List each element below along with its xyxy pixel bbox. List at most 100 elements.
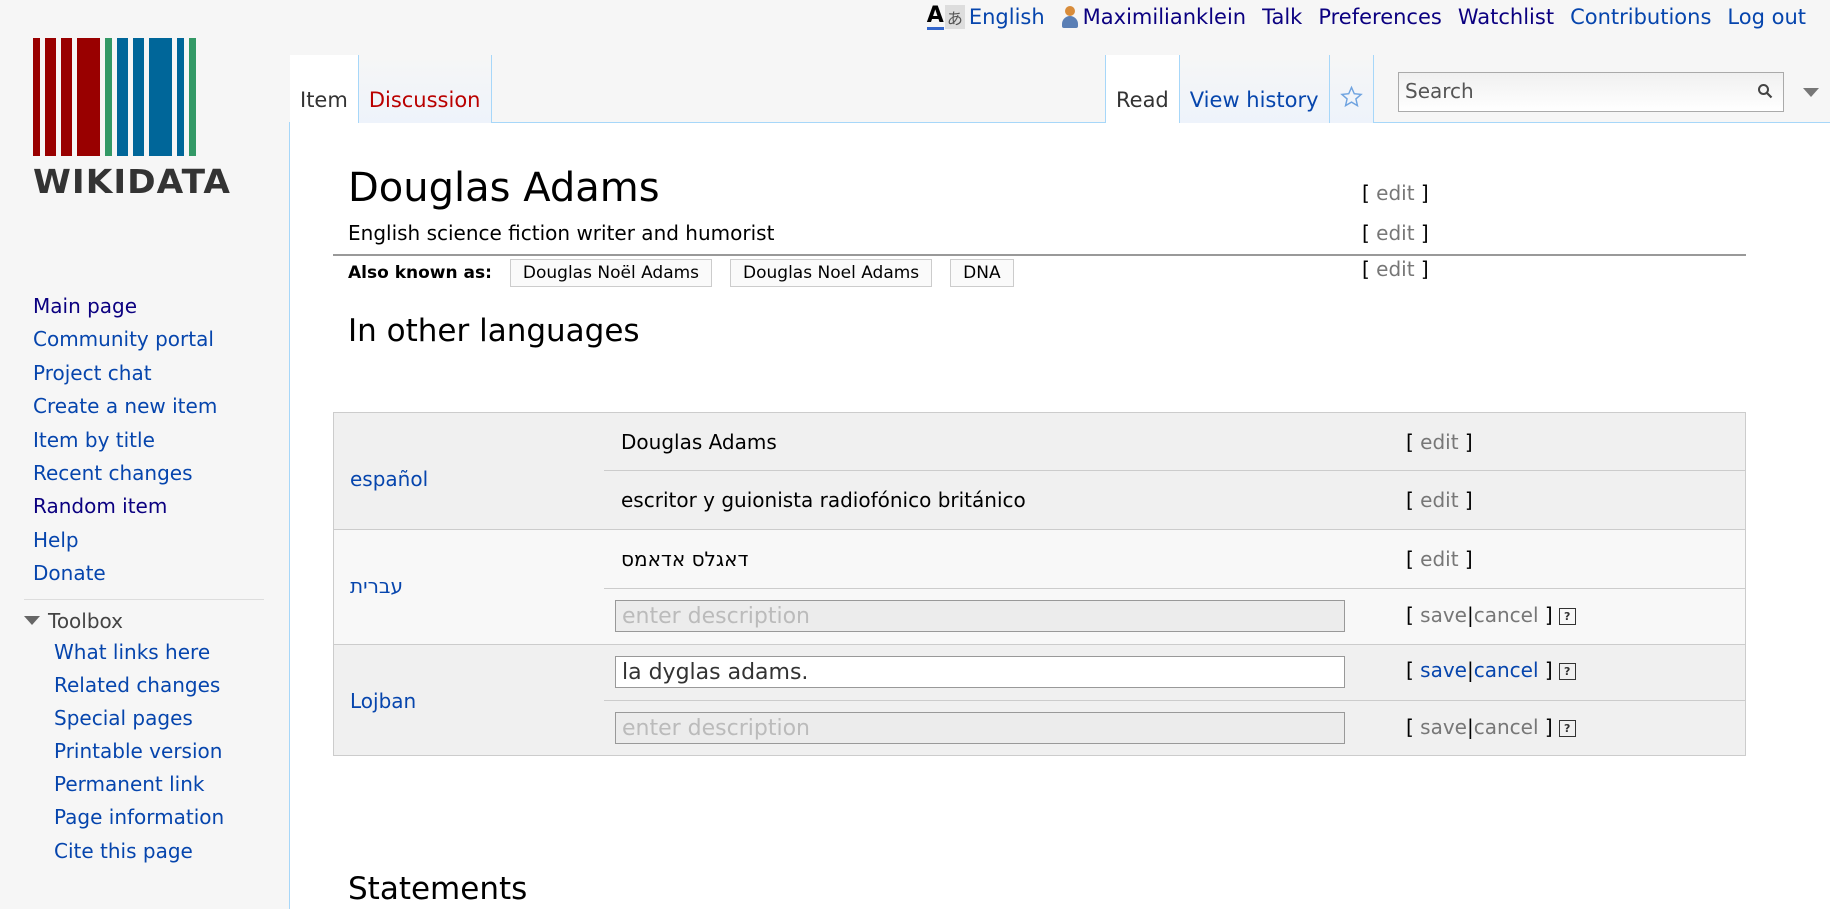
statements-heading: Statements xyxy=(348,871,528,907)
alias-tag: Douglas Noël Adams xyxy=(509,259,713,287)
watch-star-button[interactable] xyxy=(1329,55,1374,123)
aliases-edit-link[interactable]: edit xyxy=(1376,257,1414,281)
tab-view-history[interactable]: View history xyxy=(1179,55,1330,123)
language-name-link[interactable]: עברית xyxy=(350,574,403,598)
description-input[interactable] xyxy=(615,600,1345,632)
toolbox-item-related-changes[interactable]: Related changes xyxy=(0,669,288,702)
language-selector[interactable]: Aあ English xyxy=(926,2,1045,30)
logo-bar xyxy=(61,38,72,156)
user-menu[interactable]: Maximilianklein xyxy=(1061,5,1246,29)
nav-item-create-item[interactable]: Create a new item xyxy=(0,390,288,423)
entity-description: English science fiction writer and humor… xyxy=(348,221,775,245)
description-edit-toolbar: [ edit ] xyxy=(1362,221,1429,245)
edit-link[interactable]: edit xyxy=(1420,488,1458,512)
language-link[interactable]: English xyxy=(969,5,1045,29)
other-languages-heading: In other languages xyxy=(348,313,640,349)
username-link[interactable]: Maximilianklein xyxy=(1083,5,1246,29)
logo-bar xyxy=(117,38,128,156)
save-button[interactable]: save xyxy=(1420,715,1467,739)
toolbox-menu: What links here Related changes Special … xyxy=(0,636,288,868)
logo-bar xyxy=(33,38,40,156)
language-row-he: עברית דאגלס אדאמס [ edit ] [ save|cancel… xyxy=(334,530,1745,645)
logo-barcode-icon xyxy=(33,38,243,156)
language-row-jbo: Lojban [ save|cancel ]? [ save|cancel ]? xyxy=(334,645,1745,755)
label-cell: Douglas Adams [ edit ] xyxy=(604,413,1745,470)
logout-link[interactable]: Log out xyxy=(1727,5,1806,29)
preferences-link[interactable]: Preferences xyxy=(1318,5,1442,29)
talk-link[interactable]: Talk xyxy=(1262,5,1302,29)
cancel-button[interactable]: cancel xyxy=(1474,603,1539,627)
search-input[interactable] xyxy=(1399,73,1741,109)
namespace-tabs: Item Discussion xyxy=(290,55,492,123)
label-cell: דאגלס אדאמס [ edit ] xyxy=(604,530,1745,588)
logo-bar xyxy=(105,38,112,156)
label-edit-toolbar: [ save|cancel ]? xyxy=(1406,658,1576,682)
navigation-menu: Main page Community portal Project chat … xyxy=(0,290,288,591)
user-icon xyxy=(1061,6,1079,28)
aliases-edit-toolbar: [ edit ] xyxy=(1362,257,1429,281)
description-input[interactable] xyxy=(615,712,1345,744)
nav-item-item-by-title[interactable]: Item by title xyxy=(0,424,288,457)
save-button[interactable]: save xyxy=(1420,658,1467,682)
description-edit-toolbar: [ edit ] xyxy=(1406,488,1473,512)
description-edit-link[interactable]: edit xyxy=(1376,221,1414,245)
toolbox-heading: Toolbox xyxy=(48,608,123,633)
help-icon[interactable]: ? xyxy=(1558,663,1576,680)
main-content: Douglas Adams [ edit ] English science f… xyxy=(289,122,1830,909)
logo-wordmark: WIKIDATA xyxy=(33,162,232,201)
logo-bar xyxy=(77,38,100,156)
save-button[interactable]: save xyxy=(1420,603,1467,627)
nav-item-help[interactable]: Help xyxy=(0,524,288,557)
nav-item-donate[interactable]: Donate xyxy=(0,557,288,590)
tab-read[interactable]: Read xyxy=(1105,55,1180,123)
header-divider xyxy=(333,254,1746,256)
personal-toolbar: Aあ English Maximilianklein Talk Preferen… xyxy=(926,0,1830,34)
watchlist-link[interactable]: Watchlist xyxy=(1458,5,1554,29)
nav-item-community-portal[interactable]: Community portal xyxy=(0,323,288,356)
more-actions-dropdown-icon[interactable] xyxy=(1803,88,1819,97)
help-icon[interactable]: ? xyxy=(1558,608,1576,625)
cancel-button[interactable]: cancel xyxy=(1474,658,1539,682)
nav-item-random-item[interactable]: Random item xyxy=(0,490,288,523)
label-edit-toolbar: [ edit ] xyxy=(1406,547,1473,571)
toolbox-item-special-pages[interactable]: Special pages xyxy=(0,702,288,735)
language-name-link[interactable]: español xyxy=(350,467,428,491)
logo-bar xyxy=(177,38,184,156)
nav-item-recent-changes[interactable]: Recent changes xyxy=(0,457,288,490)
tab-item[interactable]: Item xyxy=(290,55,359,123)
language-icon: Aあ xyxy=(926,2,965,30)
collapse-triangle-icon xyxy=(24,616,40,626)
logo-bar xyxy=(133,38,144,156)
view-tabs: Read View history xyxy=(1105,55,1374,123)
edit-link[interactable]: edit xyxy=(1420,430,1458,454)
tab-discussion[interactable]: Discussion xyxy=(358,55,492,123)
description-edit-toolbar: [ save|cancel ]? xyxy=(1406,715,1576,739)
cancel-button[interactable]: cancel xyxy=(1474,715,1539,739)
search-box xyxy=(1398,72,1784,112)
toolbox-item-cite-this-page[interactable]: Cite this page xyxy=(0,835,288,868)
label-value: דאגלס אדאמס xyxy=(621,547,749,571)
toolbox-item-printable-version[interactable]: Printable version xyxy=(0,735,288,768)
description-cell: escritor y guionista radiofónico británi… xyxy=(604,470,1745,529)
entity-label: Douglas Adams xyxy=(348,165,660,211)
logo-bar xyxy=(189,38,196,156)
toolbox-item-permanent-link[interactable]: Permanent link xyxy=(0,768,288,801)
search-icon[interactable] xyxy=(1757,83,1773,99)
help-icon[interactable]: ? xyxy=(1558,720,1576,737)
contributions-link[interactable]: Contributions xyxy=(1570,5,1711,29)
label-value: Douglas Adams xyxy=(621,430,777,454)
nav-item-main-page[interactable]: Main page xyxy=(0,290,288,323)
language-name-link[interactable]: Lojban xyxy=(350,689,416,713)
description-cell: [ save|cancel ]? xyxy=(604,588,1745,644)
toolbox-toggle[interactable]: Toolbox xyxy=(24,598,264,636)
edit-link[interactable]: edit xyxy=(1420,547,1458,571)
label-edit-link[interactable]: edit xyxy=(1376,181,1414,205)
label-cell: [ save|cancel ]? xyxy=(604,645,1745,700)
description-value: escritor y guionista radiofónico británi… xyxy=(621,488,1026,512)
nav-item-project-chat[interactable]: Project chat xyxy=(0,357,288,390)
toolbox-item-page-information[interactable]: Page information xyxy=(0,801,288,834)
label-input[interactable] xyxy=(615,656,1345,688)
wikidata-logo[interactable]: WIKIDATA xyxy=(33,38,243,214)
sidebar: Main page Community portal Project chat … xyxy=(0,290,288,868)
toolbox-item-what-links-here[interactable]: What links here xyxy=(0,636,288,669)
